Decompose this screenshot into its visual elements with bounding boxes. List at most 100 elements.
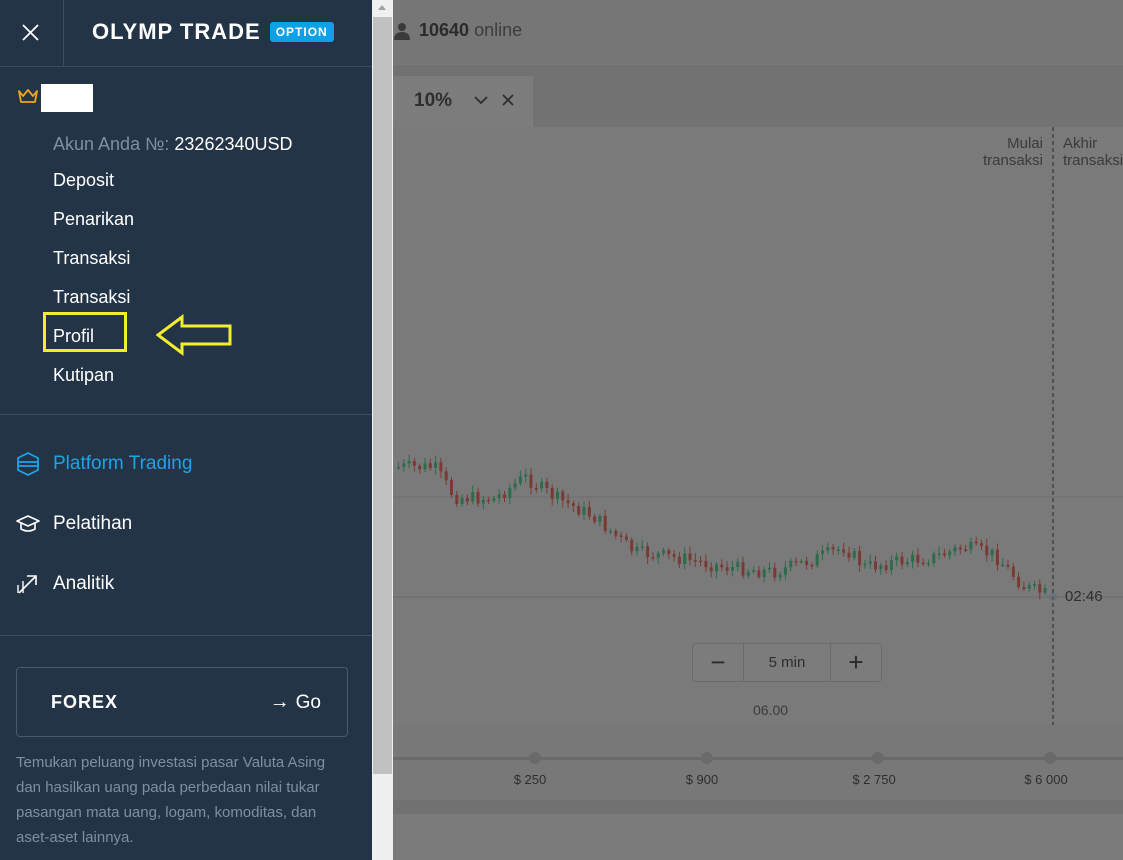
candle-body — [455, 494, 459, 504]
candle-body — [635, 546, 639, 552]
account-value: 23262340USD — [174, 134, 293, 154]
close-sidebar-button[interactable] — [0, 0, 64, 66]
logo[interactable]: OLYMP TRADE OPTION — [92, 17, 334, 47]
close-tab-icon[interactable] — [501, 93, 515, 107]
candle-body — [624, 536, 628, 540]
candle-body — [746, 571, 750, 576]
crown-icon — [18, 89, 38, 103]
candle-body — [927, 563, 930, 565]
candle-body — [465, 498, 469, 502]
interval-decrease-button[interactable]: − — [693, 644, 744, 681]
candle-body — [874, 561, 877, 570]
sidebar-divider — [0, 635, 372, 636]
nav-training[interactable]: Pelatihan — [16, 509, 132, 539]
candle-body — [805, 560, 809, 565]
interval-stepper[interactable]: − 5 min + — [692, 643, 882, 682]
candle-body — [677, 556, 681, 564]
candle-body — [619, 535, 623, 537]
menu-item-quotes[interactable]: Kutipan — [53, 365, 114, 386]
candle-body — [842, 549, 846, 553]
time-remaining: 02:46 — [1065, 588, 1103, 605]
candle-body — [518, 476, 522, 484]
candle-body — [672, 554, 676, 557]
asset-tab[interactable]: 10% — [393, 76, 533, 127]
candle-body — [577, 506, 581, 515]
candle-body — [810, 564, 814, 567]
sidebar-scrollbar[interactable] — [372, 0, 393, 860]
slider-track[interactable] — [393, 757, 1123, 760]
candle-body — [598, 515, 602, 522]
forex-card[interactable]: FOREX → Go — [16, 667, 348, 737]
candle-body — [513, 483, 517, 488]
candle-body — [450, 480, 453, 495]
online-count: 10640 — [419, 20, 470, 40]
candle-body — [397, 466, 400, 469]
slider-stop[interactable] — [701, 752, 713, 764]
candle-body — [651, 557, 655, 559]
candle-body — [836, 549, 840, 551]
amount-slider[interactable]: $ 250 $ 900 $ 2 750 $ 6 000 — [393, 725, 1123, 800]
candle-body — [969, 541, 973, 550]
candle-body — [662, 550, 665, 554]
candle-body — [1027, 585, 1031, 589]
candle-body — [762, 569, 766, 577]
slider-stop[interactable] — [1044, 752, 1056, 764]
candle-body — [667, 550, 671, 555]
sidebar: OLYMP TRADE OPTION Akun Anda №: 23262340… — [0, 0, 372, 860]
candle-body — [789, 560, 793, 568]
candle-body — [534, 487, 538, 490]
trading-area: 10640 online 10% Mulai transaksi Akhir t… — [393, 0, 1123, 860]
candle-body — [550, 487, 554, 499]
candle-body — [884, 565, 888, 570]
candle-body — [826, 547, 830, 551]
candle-body — [730, 567, 734, 571]
candle-body — [974, 541, 978, 544]
nav-analytics[interactable]: Analitik — [16, 569, 114, 599]
candle-body — [990, 549, 994, 556]
candle-body — [889, 560, 893, 570]
account-number: Akun Anda №: 23262340USD — [53, 134, 293, 155]
candle-body — [900, 556, 904, 565]
candle-body — [794, 560, 798, 563]
candle-body — [768, 567, 771, 570]
candle-body — [693, 560, 697, 562]
candle-body — [614, 530, 618, 536]
nav-label: Analitik — [53, 573, 115, 594]
candle-body — [412, 461, 416, 466]
candle-body — [911, 554, 915, 562]
candle-body — [852, 551, 856, 558]
candle-body — [593, 516, 597, 522]
candle-body — [905, 561, 909, 565]
candle-body — [858, 551, 862, 566]
candle-body — [423, 463, 427, 470]
tab-percent: 10% — [414, 90, 453, 111]
scroll-up-arrow[interactable] — [372, 0, 393, 17]
candle-body — [821, 550, 824, 555]
slider-stop[interactable] — [529, 752, 541, 764]
menu-item-withdrawal[interactable]: Penarikan — [53, 209, 134, 230]
candle-body — [741, 562, 745, 576]
menu-item-deposit[interactable]: Deposit — [53, 170, 114, 191]
interval-increase-button[interactable]: + — [830, 644, 881, 681]
candle-body — [630, 539, 634, 552]
candle-body — [704, 561, 708, 568]
slider-stop[interactable] — [872, 752, 884, 764]
scroll-thumb[interactable] — [373, 17, 392, 774]
candle-body — [948, 551, 952, 556]
candle-body — [481, 499, 485, 504]
candle-body — [715, 564, 718, 572]
chevron-down-icon[interactable] — [473, 93, 489, 107]
candle-body — [778, 574, 782, 578]
logo-badge: OPTION — [269, 22, 334, 42]
candle-body — [942, 553, 946, 556]
candle-body — [720, 564, 724, 568]
menu-item-transactions[interactable]: Transaksi — [53, 248, 130, 269]
candle-body — [497, 494, 501, 499]
candle-body — [646, 546, 650, 558]
forex-title: FOREX — [51, 692, 119, 712]
nav-platform-trading[interactable]: Platform Trading — [16, 449, 192, 479]
candle-body — [434, 462, 438, 468]
menu-item-transactions-2[interactable]: Transaksi — [53, 287, 130, 308]
price-chart[interactable] — [393, 127, 1123, 725]
forex-go-button[interactable]: → Go — [270, 691, 321, 714]
